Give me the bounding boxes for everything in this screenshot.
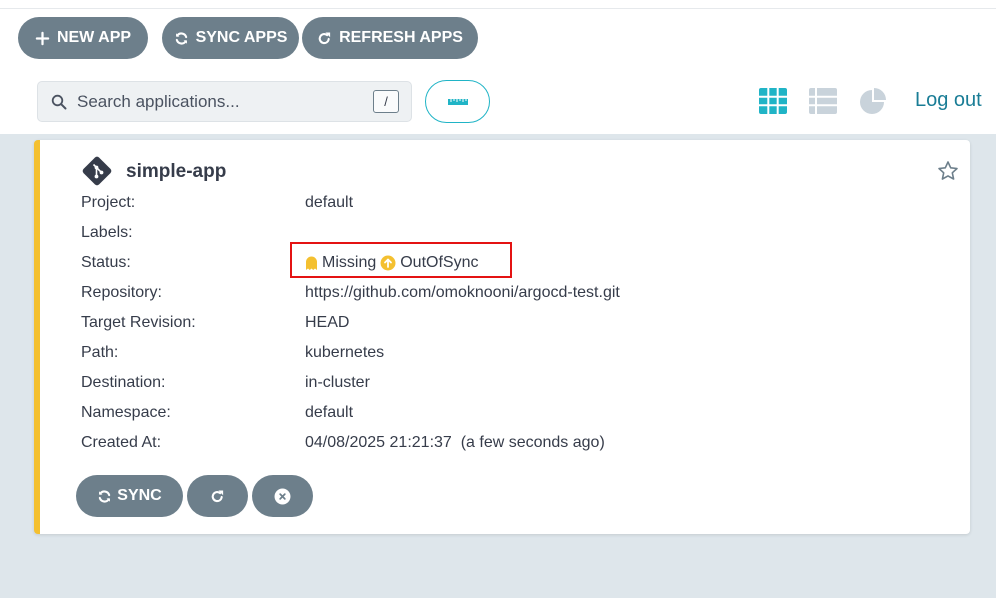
filters-toggle-button[interactable] bbox=[425, 80, 490, 123]
ruler-icon bbox=[447, 98, 468, 105]
refresh-icon bbox=[317, 31, 332, 46]
health-status: Missing bbox=[322, 254, 377, 271]
sync-apps-button[interactable]: SYNC APPS bbox=[162, 17, 299, 59]
target-revision-label: Target Revision: bbox=[81, 314, 196, 331]
top-toolbar: NEW APP SYNC APPS REFRESH APPS / bbox=[0, 0, 996, 134]
out-of-sync-icon bbox=[380, 255, 396, 271]
search-box: / bbox=[37, 81, 412, 122]
divider bbox=[0, 8, 996, 9]
git-icon bbox=[81, 155, 113, 187]
status-label: Status: bbox=[81, 254, 131, 271]
labels-label: Labels: bbox=[81, 224, 133, 241]
star-icon[interactable] bbox=[937, 160, 959, 182]
status-value: Missing OutOfSync bbox=[305, 254, 478, 272]
application-card[interactable]: simple-app Project: default Labels: Stat… bbox=[34, 140, 970, 534]
sync-button[interactable]: SYNC bbox=[76, 475, 183, 517]
pie-chart-view-icon[interactable] bbox=[858, 86, 888, 116]
destination-label: Destination: bbox=[81, 374, 166, 391]
sync-apps-label: SYNC APPS bbox=[195, 29, 288, 46]
search-icon bbox=[51, 94, 67, 110]
path-value: kubernetes bbox=[305, 344, 385, 361]
destination-value: in-cluster bbox=[305, 374, 370, 391]
search-input[interactable] bbox=[77, 90, 367, 114]
grid-view-icon[interactable] bbox=[758, 86, 788, 116]
app-name[interactable]: simple-app bbox=[126, 161, 226, 183]
list-view-icon[interactable] bbox=[808, 86, 838, 116]
path-label: Path: bbox=[81, 344, 119, 361]
created-at-label: Created At: bbox=[81, 434, 162, 451]
sync-button-label: SYNC bbox=[117, 487, 162, 504]
namespace-value: default bbox=[305, 404, 354, 421]
delete-button[interactable] bbox=[252, 475, 313, 517]
sync-icon bbox=[174, 31, 189, 46]
namespace-label: Namespace: bbox=[81, 404, 171, 421]
refresh-apps-label: REFRESH APPS bbox=[339, 29, 463, 46]
sync-status: OutOfSync bbox=[400, 254, 479, 271]
search-shortcut-hint: / bbox=[373, 90, 399, 113]
new-app-button[interactable]: NEW APP bbox=[18, 17, 148, 59]
sync-icon bbox=[99, 489, 111, 503]
target-revision-value: HEAD bbox=[305, 314, 350, 331]
logout-link[interactable]: Log out bbox=[915, 89, 982, 112]
created-at-value: 04/08/2025 21:21:37 (a few seconds ago) bbox=[305, 434, 605, 451]
plus-icon bbox=[35, 31, 50, 46]
project-label: Project: bbox=[81, 194, 136, 211]
project-value: default bbox=[305, 194, 354, 211]
ghost-icon bbox=[305, 255, 318, 271]
new-app-label: NEW APP bbox=[56, 29, 132, 46]
close-circle-icon bbox=[274, 488, 291, 504]
refresh-icon bbox=[211, 490, 224, 502]
refresh-button[interactable] bbox=[187, 475, 248, 517]
repository-value: https://github.com/omoknooni/argocd-test… bbox=[305, 284, 620, 301]
repository-label: Repository: bbox=[81, 284, 162, 301]
refresh-apps-button[interactable]: REFRESH APPS bbox=[302, 17, 478, 59]
